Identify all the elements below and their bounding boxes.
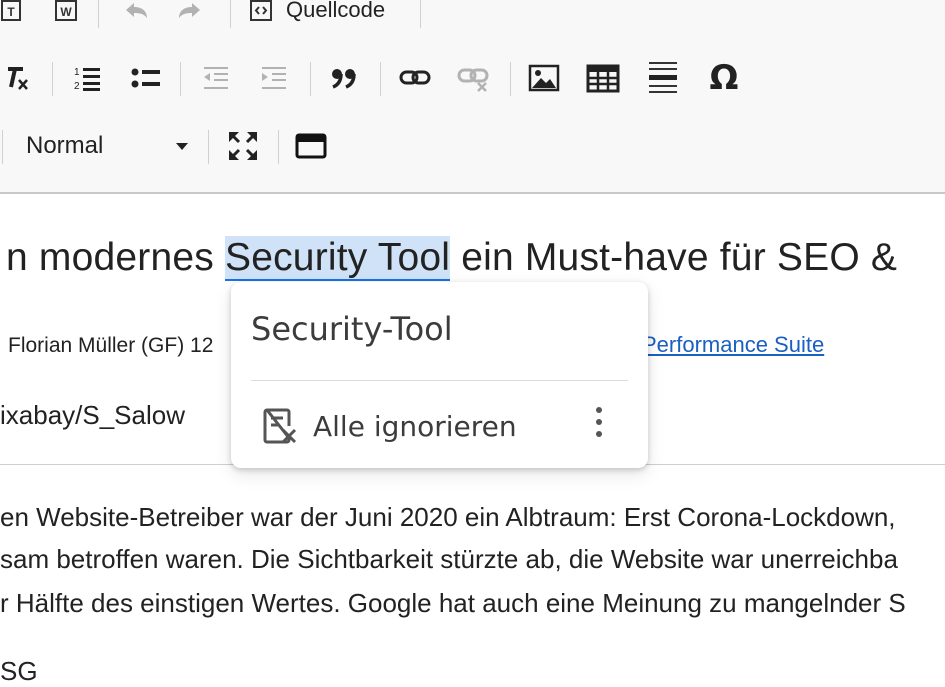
special-char-button[interactable]: Ω [704, 56, 744, 100]
indent-icon [262, 67, 286, 89]
remove-format-button[interactable] [0, 56, 34, 100]
numbered-list-button[interactable]: 12 [70, 56, 104, 100]
blockquote-button[interactable] [326, 56, 362, 100]
format-select-value: Normal [26, 132, 104, 159]
indent-button[interactable] [256, 56, 292, 100]
separator [2, 130, 3, 164]
show-blocks-button[interactable] [292, 124, 330, 168]
toolbar-row-1: T W Quellcode [0, 0, 945, 32]
separator [420, 0, 421, 28]
redo-icon [179, 3, 200, 18]
bulleted-list-icon [131, 68, 160, 88]
paste-text-icon: T [1, 0, 21, 21]
remove-format-icon [8, 67, 28, 90]
ignore-all-button[interactable]: Alle ignorieren [261, 404, 561, 448]
special-char-icon: Ω [709, 58, 739, 98]
unlink-button[interactable] [454, 56, 492, 100]
separator [510, 62, 511, 96]
svg-text:1: 1 [74, 67, 80, 78]
toolbar-row-3: Normal [0, 124, 945, 168]
ignore-icon [263, 408, 297, 444]
misspelled-selection[interactable]: Security Tool [225, 236, 451, 281]
image-credit: ixabay/S_Salow [0, 400, 185, 430]
source-button[interactable]: Quellcode [248, 0, 408, 32]
maximize-button[interactable] [224, 124, 262, 168]
separator [230, 0, 231, 28]
numbered-list-icon: 12 [74, 67, 100, 92]
more-icon [596, 407, 602, 437]
horizontal-line-icon [649, 62, 677, 93]
byline: Florian Müller (GF) 12 [8, 334, 214, 357]
image-button[interactable] [526, 56, 562, 100]
separator [310, 62, 311, 96]
separator [278, 130, 279, 164]
spellcheck-popup: Security-Tool Alle ignorieren [231, 282, 648, 468]
unlink-icon [457, 68, 489, 92]
format-select[interactable]: Normal [14, 124, 194, 168]
separator [98, 0, 99, 28]
maximize-icon [229, 132, 257, 160]
editor-toolbar: T W Quellcode 12 Ω Normal [0, 0, 945, 194]
spelling-suggestion[interactable]: Security-Tool [251, 310, 453, 348]
popup-divider [251, 380, 628, 381]
ignore-all-label: Alle ignorieren [313, 409, 517, 443]
performance-suite-link[interactable]: Performance Suite [642, 332, 824, 358]
paste-word-button[interactable]: W [50, 0, 82, 32]
svg-text:T: T [7, 5, 15, 19]
blockquote-icon [332, 69, 356, 89]
paste-word-icon: W [55, 0, 77, 21]
toolbar-row-2: 12 Ω [0, 56, 945, 100]
link-icon [399, 70, 431, 85]
paste-text-button[interactable]: T [0, 0, 22, 32]
separator [208, 130, 209, 164]
heading-text-after: ein Must-have für SEO & [450, 236, 898, 279]
table-icon [586, 64, 620, 93]
paragraph-line: sam betroffen waren. Die Sichtbarkeit st… [0, 544, 898, 574]
outdent-button[interactable] [198, 56, 234, 100]
undo-icon [126, 3, 147, 18]
separator [52, 62, 53, 96]
chevron-down-icon [176, 143, 188, 150]
heading-text-before: n modernes [6, 236, 225, 279]
bulleted-list-button[interactable] [128, 56, 164, 100]
more-options-button[interactable] [587, 404, 611, 444]
paragraph-line: en Website-Betreiber war der Juni 2020 e… [0, 502, 896, 532]
redo-button[interactable] [172, 0, 208, 32]
image-icon [528, 64, 560, 92]
svg-text:W: W [60, 5, 72, 19]
undo-button[interactable] [118, 0, 154, 32]
article-heading: n modernes Security Tool ein Must-have f… [6, 236, 898, 281]
source-icon [250, 0, 272, 21]
horizontal-line-button[interactable] [644, 56, 682, 100]
svg-text:2: 2 [74, 81, 80, 92]
table-button[interactable] [584, 56, 622, 100]
show-blocks-icon [295, 133, 327, 159]
paragraph-line: SG [0, 656, 38, 686]
paragraph-line: r Hälfte des einstigen Wertes. Google ha… [0, 588, 906, 618]
separator [380, 62, 381, 96]
separator [180, 62, 181, 96]
link-button[interactable] [396, 56, 434, 100]
source-label: Quellcode [286, 0, 386, 22]
outdent-icon [204, 67, 228, 89]
